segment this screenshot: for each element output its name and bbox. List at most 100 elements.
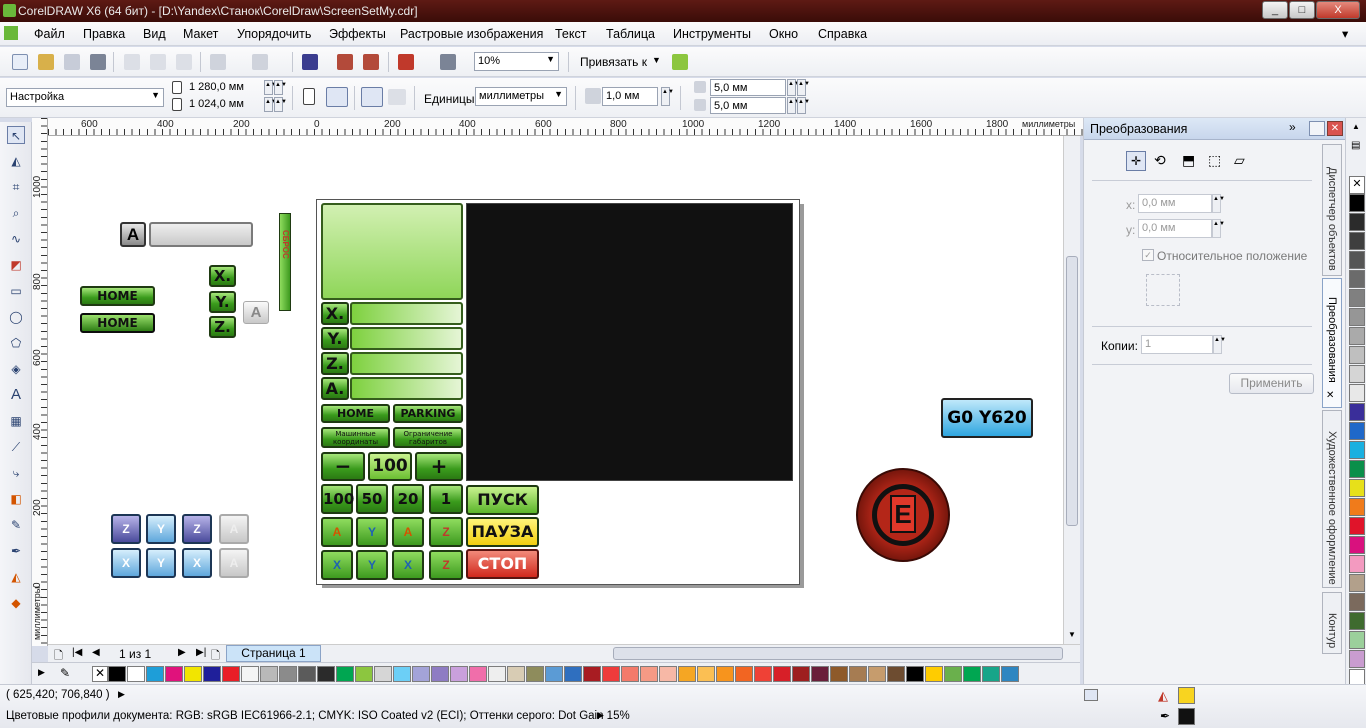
color-swatch[interactable] <box>906 666 924 682</box>
arrow-up-a2-button[interactable]: A <box>392 517 424 547</box>
apply-button[interactable]: Применить <box>1229 373 1314 394</box>
plus-button[interactable]: + <box>415 452 463 481</box>
vertical-scrollbar[interactable]: ▼ <box>1063 136 1080 644</box>
a-disabled-button[interactable]: A <box>243 301 269 324</box>
scale-tab-icon[interactable]: ⬒ <box>1182 152 1195 169</box>
docker-minimize-icon[interactable] <box>1309 121 1325 136</box>
color-swatch[interactable] <box>887 666 905 682</box>
color-swatch[interactable] <box>583 666 601 682</box>
zoom-level-select[interactable]: 10% ▼ <box>474 52 559 71</box>
color-swatch[interactable] <box>222 666 240 682</box>
small-z-button[interactable]: Z. <box>209 316 236 338</box>
smart-fill-icon[interactable]: ◩ <box>7 256 25 274</box>
options-icon[interactable] <box>672 54 688 70</box>
machine-coords-button[interactable]: Машинные координаты <box>321 427 390 448</box>
size-tab-icon[interactable]: ⬚ <box>1208 152 1221 169</box>
color-swatch[interactable] <box>507 666 525 682</box>
eyedropper-icon[interactable]: ✎ <box>60 666 70 680</box>
color-swatch[interactable] <box>944 666 962 682</box>
cut-icon[interactable] <box>124 54 140 70</box>
color-swatch[interactable] <box>1349 346 1365 364</box>
color-swatch[interactable] <box>659 666 677 682</box>
color-swatch[interactable] <box>697 666 715 682</box>
color-swatch[interactable] <box>1349 498 1365 516</box>
color-swatch[interactable] <box>1349 403 1365 421</box>
open-icon[interactable] <box>38 54 54 70</box>
page-height-spinner[interactable]: ▲▼ <box>264 97 277 112</box>
nudge-spinner[interactable]: ▲▼ <box>661 87 674 106</box>
tab-page-1[interactable]: Страница 1 <box>226 645 321 662</box>
page-width-field[interactable]: 1 280,0 мм <box>186 79 262 96</box>
minimize-button[interactable]: _ <box>1262 1 1288 19</box>
save-icon[interactable] <box>64 54 80 70</box>
crop-tool-icon[interactable]: ⌗ <box>7 178 25 196</box>
arrow-up-z-button[interactable]: Z <box>429 517 463 547</box>
axis-x-button[interactable]: X. <box>321 302 349 325</box>
gcode-display[interactable]: G0 Y620 <box>941 398 1033 438</box>
tab-contour[interactable]: Контур <box>1322 592 1342 654</box>
menu-overflow-icon[interactable]: ▾ <box>1342 26 1348 41</box>
axis-a-field[interactable] <box>350 377 463 400</box>
basic-shapes-icon[interactable]: ◈ <box>7 360 25 378</box>
next-page-icon[interactable]: ▶ <box>178 647 186 658</box>
menu-tools[interactable]: Инструменты <box>673 27 751 41</box>
a-button[interactable]: A <box>120 222 146 247</box>
interactive-fill-icon[interactable]: ◆ <box>7 594 25 612</box>
tab-object-manager[interactable]: Диспетчер объектов <box>1322 144 1342 276</box>
color-swatch[interactable] <box>184 666 202 682</box>
polygon-tool-icon[interactable]: ⬠ <box>7 334 25 352</box>
a-field[interactable] <box>149 222 253 247</box>
palette-up-icon[interactable]: ▲ <box>1352 122 1360 131</box>
page-height-spinner-b[interactable]: ▲▼ <box>274 97 287 112</box>
color-swatch[interactable] <box>165 666 183 682</box>
anchor-grid-icon[interactable] <box>1146 274 1180 306</box>
color-swatch[interactable] <box>830 666 848 682</box>
collapse-icon[interactable]: » <box>1289 120 1296 134</box>
search-content-icon[interactable] <box>302 54 318 70</box>
color-swatch[interactable] <box>564 666 582 682</box>
small-y-button[interactable]: Y. <box>209 291 236 313</box>
fill-color-swatch[interactable] <box>1178 687 1195 704</box>
dimension-tool-icon[interactable]: ⟋ <box>7 438 25 456</box>
page-height-field[interactable]: 1 024,0 мм <box>186 96 262 113</box>
color-swatch[interactable] <box>1349 555 1365 573</box>
menu-help[interactable]: Справка <box>818 27 867 41</box>
menu-layout[interactable]: Макет <box>183 27 218 41</box>
chevron-down-icon[interactable]: ▼ <box>1068 630 1076 639</box>
nudge-field[interactable]: 1,0 мм <box>602 87 658 106</box>
step-100-button[interactable]: 100 <box>321 484 354 514</box>
page-width-spinner[interactable]: ▲▼ <box>264 80 277 95</box>
color-swatch[interactable] <box>963 666 981 682</box>
dup-y-spinner[interactable]: ▲▼ <box>787 97 800 114</box>
y-position-field[interactable]: 0,0 мм <box>1138 219 1212 238</box>
color-swatch[interactable] <box>108 666 126 682</box>
color-swatch[interactable] <box>1349 384 1365 402</box>
color-swatch[interactable] <box>241 666 259 682</box>
color-swatch[interactable] <box>602 666 620 682</box>
color-swatch[interactable] <box>1349 612 1365 630</box>
color-swatch[interactable] <box>1349 479 1365 497</box>
dup-x-spinner[interactable]: ▲▼ <box>787 79 800 96</box>
dup-x-field[interactable]: 5,0 мм <box>710 79 786 96</box>
zoom-tool-icon[interactable]: ⌕ <box>7 204 25 222</box>
color-swatch[interactable] <box>1349 650 1365 668</box>
units-select[interactable]: миллиметры ▼ <box>475 87 567 106</box>
axis-a-button[interactable]: A. <box>321 377 349 400</box>
axis-y-button[interactable]: Y. <box>321 327 349 350</box>
table-tool-icon[interactable]: ▦ <box>7 412 25 430</box>
pause-button[interactable]: ПАУЗА <box>466 517 539 547</box>
color-swatch[interactable] <box>1349 327 1365 345</box>
menu-edit[interactable]: Правка <box>83 27 125 41</box>
x-spinner[interactable]: ▲▼ <box>1212 194 1225 213</box>
emergency-stop-button[interactable]: E <box>856 468 950 562</box>
menu-bitmaps[interactable]: Растровые изображения <box>400 27 543 41</box>
connector-tool-icon[interactable]: ⤷ <box>7 464 25 482</box>
color-swatch[interactable] <box>1349 365 1365 383</box>
color-swatch[interactable] <box>678 666 696 682</box>
profiles-expand-icon[interactable]: ▶ <box>597 710 604 721</box>
color-swatch[interactable] <box>1349 460 1365 478</box>
landscape-icon[interactable] <box>326 87 348 107</box>
color-swatch[interactable] <box>279 666 297 682</box>
palette-scroll-icon[interactable]: ▶ <box>38 667 45 678</box>
blue-arrow-z2-button[interactable]: Z <box>182 514 212 544</box>
